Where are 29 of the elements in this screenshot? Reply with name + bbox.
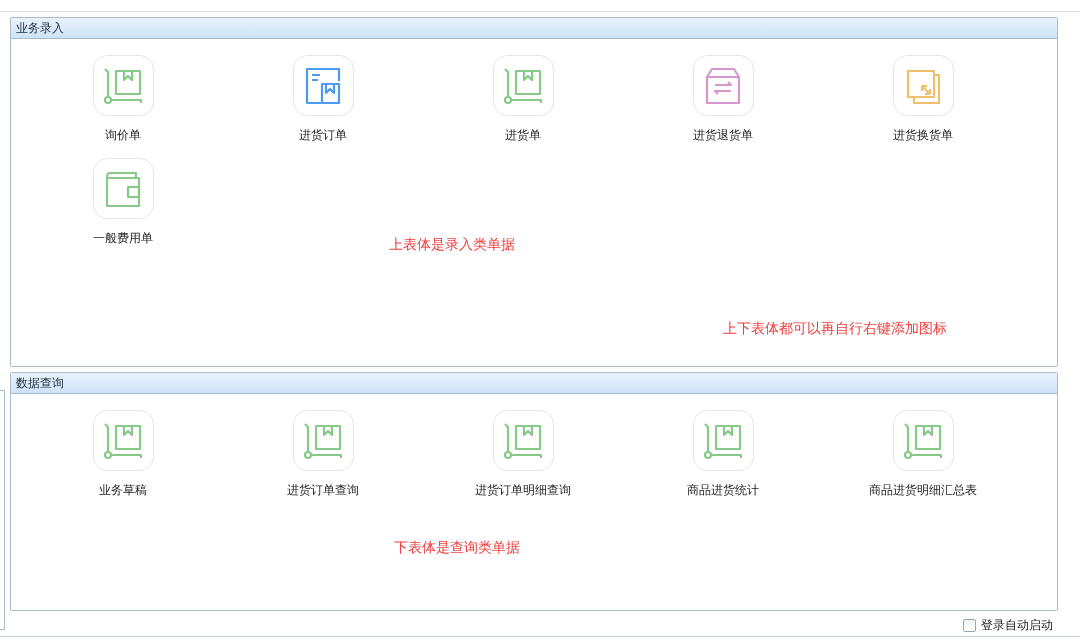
shortcut-label[interactable]: 进货退货单 — [693, 127, 753, 145]
shortcut-label[interactable]: 进货订单 — [299, 127, 347, 145]
exchange-icon[interactable] — [892, 55, 954, 116]
cart-icon[interactable] — [292, 410, 354, 471]
cart-icon[interactable] — [492, 410, 554, 471]
panel-title: 数据查询 — [11, 373, 1057, 394]
shortcut-label[interactable]: 询价单 — [105, 127, 141, 145]
shortcut-label[interactable]: 进货订单明细查询 — [475, 482, 571, 500]
order-form-icon[interactable] — [292, 55, 354, 116]
shortcut-label[interactable]: 一般费用单 — [93, 230, 153, 248]
cart-icon[interactable] — [92, 410, 154, 471]
annotation-text: 下表体是查询类单据 — [394, 538, 520, 557]
annotation-text: 上表体是录入类单据 — [389, 235, 515, 254]
panel-title: 业务录入 — [11, 18, 1057, 39]
shortcut-label[interactable]: 进货换货单 — [893, 127, 953, 145]
shortcut-label[interactable]: 商品进货统计 — [687, 482, 759, 500]
cart-icon[interactable] — [692, 410, 754, 471]
cart-icon[interactable] — [492, 55, 554, 116]
shortcut-label[interactable]: 进货单 — [505, 127, 541, 145]
shortcut-label[interactable]: 进货订单查询 — [287, 482, 359, 500]
cart-icon[interactable] — [892, 410, 954, 471]
shortcut-label[interactable]: 商品进货明细汇总表 — [869, 482, 977, 500]
wallet-icon[interactable] — [92, 158, 154, 220]
checkbox[interactable] — [963, 618, 976, 632]
shortcut-label[interactable]: 业务草稿 — [99, 482, 147, 500]
cart-icon[interactable] — [92, 55, 154, 116]
box-icon[interactable] — [692, 55, 754, 116]
checkbox-label[interactable]: 登录自动启动 — [981, 616, 1053, 634]
annotation-text: 上下表体都可以再自行右键添加图标 — [723, 319, 947, 338]
